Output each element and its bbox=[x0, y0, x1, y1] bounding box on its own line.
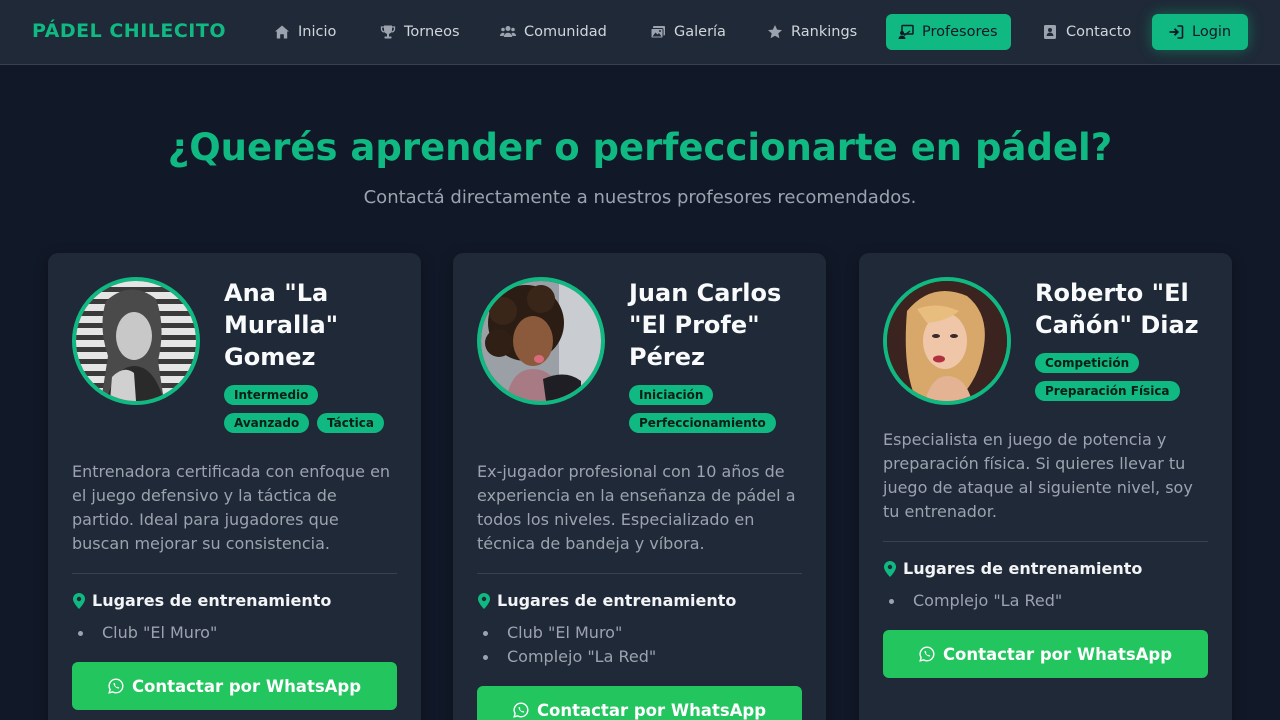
divider bbox=[72, 573, 397, 574]
images-icon bbox=[650, 24, 666, 40]
login-label: Login bbox=[1192, 24, 1232, 40]
level-tag: Preparación Física bbox=[1035, 381, 1180, 401]
login-button[interactable]: Login bbox=[1152, 14, 1248, 50]
map-pin-icon bbox=[884, 560, 896, 577]
nav-label: Rankings bbox=[791, 24, 858, 40]
sign-in-icon bbox=[1168, 24, 1184, 40]
page-title: ¿Querés aprender o perfeccionarte en pád… bbox=[167, 126, 1113, 169]
teacher-name: Roberto "El Cañón" Diaz bbox=[1035, 279, 1199, 339]
teacher-tags: Intermedio Avanzado Táctica bbox=[224, 385, 414, 433]
teacher-description: Entrenadora certificada con enfoque en e… bbox=[72, 462, 391, 553]
places-title: Lugares de entrenamiento bbox=[497, 591, 737, 610]
users-icon bbox=[500, 24, 516, 40]
places-heading: Lugares de entrenamiento bbox=[883, 559, 1142, 578]
teacher-name: Ana "La Muralla" Gomez bbox=[224, 279, 339, 371]
teacher-name: Juan Carlos "El Profe" Pérez bbox=[629, 279, 782, 371]
nav-item-comunidad[interactable]: Comunidad bbox=[488, 14, 619, 50]
whatsapp-icon bbox=[513, 702, 529, 718]
navbar: PÁDEL CHILECITO Inicio Torneos Comunidad… bbox=[0, 0, 1280, 65]
star-icon bbox=[767, 24, 783, 40]
place-item: Complejo "La Red" bbox=[889, 589, 1062, 613]
teacher-tags: Iniciación Perfeccionamiento bbox=[629, 385, 819, 433]
map-pin-icon bbox=[478, 592, 490, 609]
places-list: Club "El Muro" bbox=[78, 621, 217, 645]
level-tag: Competición bbox=[1035, 353, 1140, 373]
map-pin-icon bbox=[73, 592, 85, 609]
whatsapp-button-label: Contactar por WhatsApp bbox=[536, 700, 767, 720]
place-item: Complejo "La Red" bbox=[483, 645, 656, 669]
nav-label: Comunidad bbox=[524, 24, 607, 40]
place-item: Club "El Muro" bbox=[483, 621, 656, 645]
trophy-icon bbox=[380, 24, 396, 40]
teacher-description: Especialista en juego de potencia y prep… bbox=[883, 430, 1193, 521]
contact-card-icon bbox=[1042, 24, 1058, 40]
level-tag: Intermedio bbox=[224, 385, 319, 405]
nav-item-inicio[interactable]: Inicio bbox=[262, 14, 348, 50]
page-subtitle: Contactá directamente a nuestros profeso… bbox=[363, 187, 917, 208]
level-tag: Táctica bbox=[317, 413, 384, 433]
divider bbox=[477, 573, 802, 574]
teacher-avatar bbox=[477, 277, 605, 405]
whatsapp-button-label: Contactar por WhatsApp bbox=[131, 676, 362, 696]
nav-item-rankings[interactable]: Rankings bbox=[755, 14, 869, 50]
whatsapp-contact-button[interactable]: Contactar por WhatsApp bbox=[883, 630, 1208, 678]
teacher-tags: Competición Preparación Física bbox=[1035, 353, 1225, 401]
whatsapp-icon bbox=[108, 678, 124, 694]
teacher-avatar bbox=[883, 277, 1011, 405]
nav-item-profesores[interactable]: Profesores bbox=[886, 14, 1011, 50]
level-tag: Iniciación bbox=[629, 385, 714, 405]
nav-label: Profesores bbox=[922, 24, 998, 40]
teacher-icon bbox=[898, 24, 914, 40]
nav-item-contacto[interactable]: Contacto bbox=[1030, 14, 1143, 50]
nav-label: Inicio bbox=[298, 24, 337, 40]
places-heading: Lugares de entrenamiento bbox=[72, 591, 331, 610]
nav-label: Torneos bbox=[404, 24, 460, 40]
level-tag: Avanzado bbox=[224, 413, 310, 433]
teacher-card: Ana "La Muralla" Gomez Intermedio Avanza… bbox=[48, 253, 421, 720]
teacher-card: Juan Carlos "El Profe" Pérez Iniciación … bbox=[453, 253, 826, 720]
level-tag: Perfeccionamiento bbox=[629, 413, 776, 433]
home-icon bbox=[274, 24, 290, 40]
places-heading: Lugares de entrenamiento bbox=[477, 591, 736, 610]
places-list: Club "El Muro" Complejo "La Red" bbox=[483, 621, 656, 669]
whatsapp-contact-button[interactable]: Contactar por WhatsApp bbox=[72, 662, 397, 710]
whatsapp-contact-button[interactable]: Contactar por WhatsApp bbox=[477, 686, 802, 720]
teacher-card: Roberto "El Cañón" Diaz Competición Prep… bbox=[859, 253, 1232, 720]
places-title: Lugares de entrenamiento bbox=[92, 591, 332, 610]
whatsapp-icon bbox=[919, 646, 935, 662]
nav-label: Contacto bbox=[1066, 24, 1132, 40]
places-title: Lugares de entrenamiento bbox=[903, 559, 1143, 578]
whatsapp-button-label: Contactar por WhatsApp bbox=[942, 644, 1173, 664]
divider bbox=[883, 541, 1208, 542]
nav-item-torneos[interactable]: Torneos bbox=[368, 14, 472, 50]
nav-item-galeria[interactable]: Galería bbox=[638, 14, 738, 50]
nav-label: Galería bbox=[674, 24, 726, 40]
brand-logo[interactable]: PÁDEL CHILECITO bbox=[32, 20, 226, 42]
teacher-description: Ex-jugador profesional con 10 años de ex… bbox=[477, 462, 796, 553]
places-list: Complejo "La Red" bbox=[889, 589, 1062, 613]
teacher-avatar bbox=[72, 277, 200, 405]
place-item: Club "El Muro" bbox=[78, 621, 217, 645]
